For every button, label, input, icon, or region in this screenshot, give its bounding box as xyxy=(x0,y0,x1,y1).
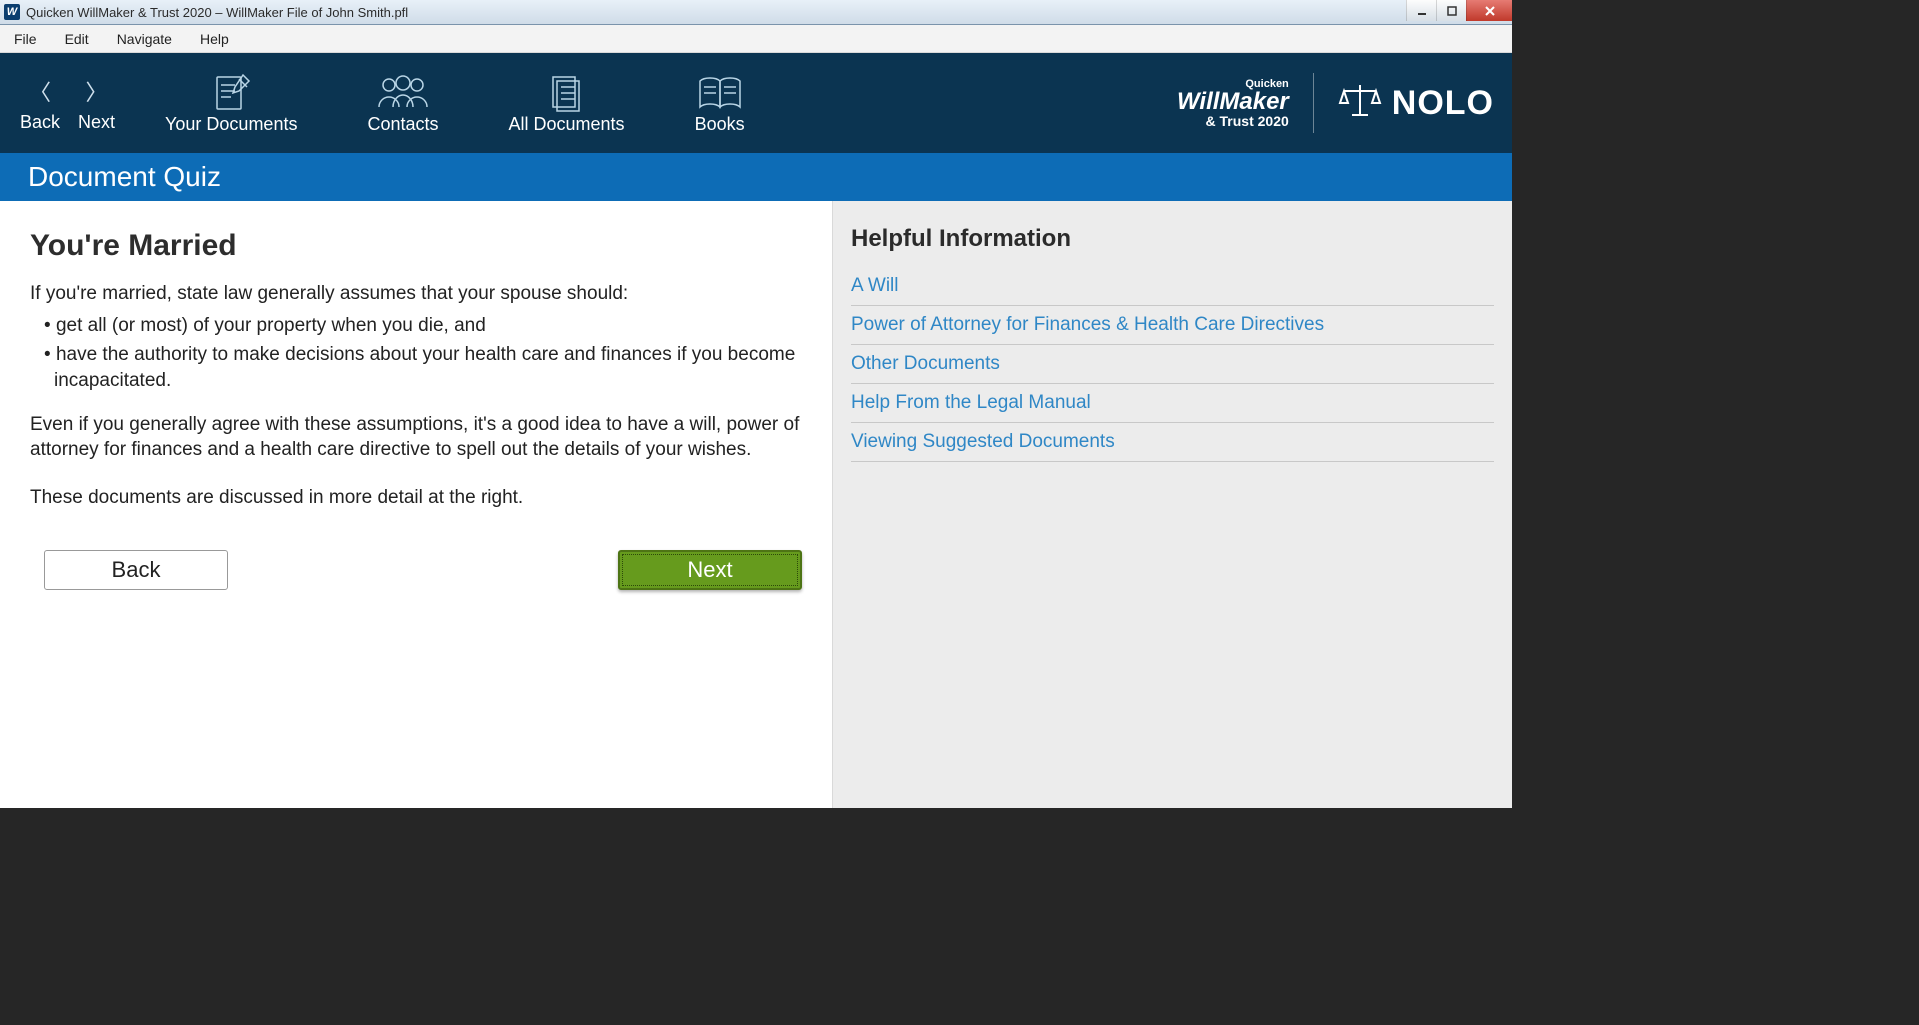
brand-block: Quicken WillMaker & Trust 2020 NOLO xyxy=(1177,53,1494,153)
main-toolbar: 〈 Back 〉 Next Your Documents Contacts Al… xyxy=(0,53,1512,153)
toolbar-back-button[interactable]: 〈 Back xyxy=(20,74,60,133)
toolbar-next-label: Next xyxy=(78,112,115,133)
sidebar-heading: Helpful Information xyxy=(851,225,1494,253)
help-link-suggested-docs[interactable]: Viewing Suggested Documents xyxy=(851,423,1494,462)
toolbar-contacts[interactable]: Contacts xyxy=(367,72,438,135)
toolbar-all-documents[interactable]: All Documents xyxy=(509,72,625,135)
content-paragraph: These documents are discussed in more de… xyxy=(30,485,802,511)
help-link-other-docs[interactable]: Other Documents xyxy=(851,345,1494,384)
main-content: You're Married If you're married, state … xyxy=(0,201,832,808)
toolbar-contacts-label: Contacts xyxy=(367,114,438,135)
help-link-legal-manual[interactable]: Help From the Legal Manual xyxy=(851,384,1494,423)
help-link-will[interactable]: A Will xyxy=(851,267,1494,306)
toolbar-your-documents[interactable]: Your Documents xyxy=(165,72,297,135)
menu-help[interactable]: Help xyxy=(200,31,229,47)
content-heading: You're Married xyxy=(30,229,802,263)
back-button[interactable]: Back xyxy=(44,550,228,590)
content-paragraph: Even if you generally agree with these a… xyxy=(30,412,802,463)
menu-file[interactable]: File xyxy=(14,31,37,47)
minimize-button[interactable] xyxy=(1406,0,1436,21)
document-edit-icon xyxy=(209,72,253,114)
chevron-right-icon: 〉 xyxy=(86,74,108,112)
window-titlebar: W Quicken WillMaker & Trust 2020 – WillM… xyxy=(0,0,1512,25)
menubar: File Edit Navigate Help xyxy=(0,25,1512,53)
toolbar-books-label: Books xyxy=(695,114,745,135)
content-intro: If you're married, state law generally a… xyxy=(30,281,802,307)
toolbar-your-documents-label: Your Documents xyxy=(165,114,297,135)
maximize-button[interactable] xyxy=(1436,0,1466,21)
page-subheader: Document Quiz xyxy=(0,153,1512,201)
toolbar-next-button[interactable]: 〉 Next xyxy=(78,74,115,133)
brand-willmaker-text: WillMaker xyxy=(1177,90,1289,114)
menu-edit[interactable]: Edit xyxy=(65,31,89,47)
toolbar-all-documents-label: All Documents xyxy=(509,114,625,135)
help-link-poa[interactable]: Power of Attorney for Finances & Health … xyxy=(851,306,1494,345)
app-icon: W xyxy=(4,4,20,20)
documents-stack-icon xyxy=(547,72,587,114)
toolbar-books[interactable]: Books xyxy=(695,72,745,135)
content-bullet: have the authority to make decisions abo… xyxy=(44,342,802,393)
next-button[interactable]: Next xyxy=(618,550,802,590)
helpful-information-panel: Helpful Information A Will Power of Atto… xyxy=(832,201,1512,808)
book-open-icon xyxy=(696,72,744,114)
scales-icon xyxy=(1338,81,1382,126)
window-title: Quicken WillMaker & Trust 2020 – WillMak… xyxy=(26,5,408,20)
content-bullet: get all (or most) of your property when … xyxy=(44,313,802,339)
brand-trust-text: & Trust 2020 xyxy=(1177,114,1289,128)
brand-divider xyxy=(1313,73,1314,133)
menu-navigate[interactable]: Navigate xyxy=(117,31,172,47)
chevron-left-icon: 〈 xyxy=(29,74,51,112)
close-button[interactable] xyxy=(1466,0,1512,21)
toolbar-back-label: Back xyxy=(20,112,60,133)
brand-nolo-text: NOLO xyxy=(1392,84,1494,123)
people-icon xyxy=(375,72,431,114)
